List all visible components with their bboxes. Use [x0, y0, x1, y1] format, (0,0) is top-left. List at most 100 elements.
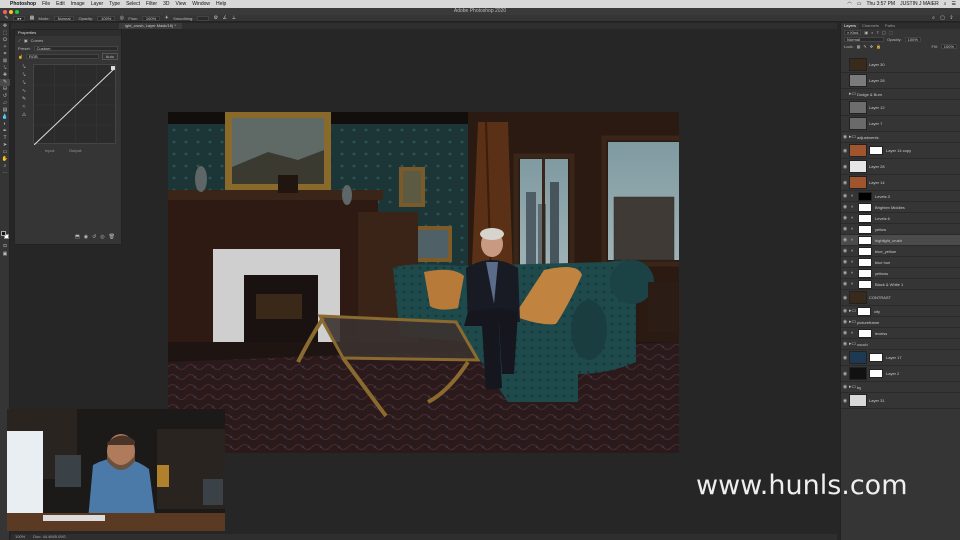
- layer-thumbnail[interactable]: [849, 394, 867, 407]
- visibility-eye-icon[interactable]: ◉: [841, 134, 849, 140]
- layer-mask-thumbnail[interactable]: [869, 369, 883, 378]
- layer-opacity-input[interactable]: 100%: [904, 37, 921, 42]
- menu-edit[interactable]: Edit: [56, 1, 65, 7]
- folder-icon[interactable]: ▸▭: [849, 91, 856, 97]
- zoom-level[interactable]: 100%: [15, 534, 25, 540]
- flow-input[interactable]: 100%: [141, 15, 161, 21]
- layer-row[interactable]: ◉ Layer 14: [841, 175, 960, 191]
- menu-image[interactable]: Image: [71, 1, 85, 7]
- adjustment-layer-icon[interactable]: ◐: [849, 215, 856, 221]
- layer-row[interactable]: ◉ ▸▭ city: [841, 306, 960, 317]
- layer-row[interactable]: ◉ ◐ yellows: [841, 268, 960, 279]
- clock[interactable]: Thu 3:57 PM: [866, 1, 895, 7]
- layer-kind-filter[interactable]: ⌕ Kind: [844, 30, 862, 35]
- menu-3d[interactable]: 3D: [163, 1, 169, 7]
- screen-mode-icon[interactable]: ▣: [0, 251, 10, 258]
- layer-mask-thumbnail[interactable]: [858, 191, 872, 201]
- control-icon[interactable]: ☰: [952, 1, 956, 7]
- wifi-icon[interactable]: ◠: [847, 1, 851, 7]
- smoothing-input[interactable]: [197, 15, 210, 21]
- mask-icon[interactable]: ▣: [24, 38, 28, 43]
- lock-all-icon[interactable]: 🔒: [876, 44, 881, 49]
- clip-to-layer-icon[interactable]: ⬒: [75, 234, 80, 240]
- gear-icon[interactable]: ⚙: [213, 15, 218, 21]
- pressure-opacity-icon[interactable]: ◎: [119, 15, 124, 21]
- filter-shape-icon[interactable]: ▢: [882, 30, 886, 35]
- type-tool-icon[interactable]: T: [0, 135, 10, 142]
- layer-row[interactable]: ◉ ◐ Levels 6: [841, 213, 960, 224]
- layer-row[interactable]: ◉ ◐ yellow: [841, 224, 960, 235]
- menu-file[interactable]: File: [42, 1, 50, 7]
- layer-mask-thumbnail[interactable]: [858, 235, 872, 245]
- layer-row[interactable]: ◉ Layer 17: [841, 350, 960, 366]
- lock-position-icon[interactable]: ✥: [870, 44, 873, 49]
- visibility-eye-icon[interactable]: ◉: [841, 281, 849, 287]
- layer-row[interactable]: ◉ CONTRAST: [841, 290, 960, 306]
- adjustment-layer-icon[interactable]: ◐: [849, 237, 856, 243]
- draw-curve-icon[interactable]: ✎: [18, 96, 30, 104]
- curves-graph[interactable]: [33, 64, 117, 146]
- layer-row[interactable]: ◉ ◐ blue_yellow: [841, 246, 960, 257]
- dodge-tool-icon[interactable]: ◐: [0, 121, 10, 128]
- edit-toolbar-icon[interactable]: ⋯: [0, 170, 10, 177]
- layer-thumbnail[interactable]: [849, 58, 867, 71]
- clone-stamp-tool-icon[interactable]: ⛁: [0, 86, 10, 93]
- layer-row[interactable]: ◉ Layer 14 copy: [841, 143, 960, 159]
- layer-row[interactable]: Layer 30: [841, 57, 960, 73]
- eyedropper-tool-icon[interactable]: ⤥: [0, 65, 10, 72]
- brush-tool-icon[interactable]: ✎: [0, 79, 10, 86]
- layer-mask-thumbnail[interactable]: [869, 353, 883, 362]
- opacity-input[interactable]: 100%: [97, 15, 116, 21]
- menu-view[interactable]: View: [176, 1, 187, 7]
- layer-mask-thumbnail[interactable]: [857, 306, 871, 316]
- adjustment-layer-icon[interactable]: ◐: [849, 226, 856, 232]
- menu-filter[interactable]: Filter: [146, 1, 157, 7]
- layer-row[interactable]: Layer 12: [841, 100, 960, 116]
- shape-tool-icon[interactable]: ▭: [0, 149, 10, 156]
- layer-thumbnail[interactable]: [849, 144, 867, 157]
- view-previous-icon[interactable]: ◉: [84, 234, 88, 240]
- hand-tool-icon[interactable]: ✋: [0, 156, 10, 163]
- layer-thumbnail[interactable]: [849, 291, 867, 304]
- sample-white-eyedropper-icon[interactable]: ⤥: [18, 80, 30, 88]
- mode-select[interactable]: Normal: [53, 15, 75, 21]
- visibility-eye-icon[interactable]: ◉: [841, 164, 849, 170]
- document-canvas-image[interactable]: [168, 112, 679, 453]
- layer-row[interactable]: ▸▭ Dodge & Burn: [841, 89, 960, 100]
- zoom-tool-icon[interactable]: ⌕: [0, 163, 10, 170]
- layer-mask-thumbnail[interactable]: [858, 328, 872, 338]
- marquee-tool-icon[interactable]: ⬚: [0, 30, 10, 37]
- path-select-tool-icon[interactable]: ➤: [0, 142, 10, 149]
- blend-mode-select[interactable]: Normal: [844, 37, 884, 42]
- layer-row[interactable]: ◉ ▸▭ couch: [841, 339, 960, 350]
- brush-settings-icon[interactable]: ▦: [29, 15, 35, 21]
- lasso-tool-icon[interactable]: ⵔ: [0, 37, 10, 44]
- layer-thumbnail[interactable]: [849, 367, 867, 380]
- filter-type-icon[interactable]: T: [877, 30, 879, 35]
- brush-preset-picker[interactable]: ●▾: [13, 15, 26, 21]
- blur-tool-icon[interactable]: 💧: [0, 114, 10, 121]
- adjustment-layer-icon[interactable]: ◐: [849, 330, 856, 336]
- menu-layer[interactable]: Layer: [91, 1, 104, 7]
- brush-tool-icon[interactable]: ✎: [4, 15, 9, 21]
- folder-icon[interactable]: ▸▭: [849, 341, 856, 347]
- visibility-eye-icon[interactable]: ◉: [841, 319, 849, 325]
- visibility-eye-icon[interactable]: ◉: [841, 226, 849, 232]
- history-brush-tool-icon[interactable]: ↺: [0, 93, 10, 100]
- smooth-curve-icon[interactable]: ≈: [18, 104, 30, 112]
- minimize-window-button[interactable]: [9, 9, 13, 14]
- layer-thumbnail[interactable]: [849, 176, 867, 189]
- visibility-icon[interactable]: ◎: [100, 234, 104, 240]
- visibility-eye-icon[interactable]: ◉: [841, 180, 849, 186]
- target-adjust-icon[interactable]: ☝: [18, 54, 23, 59]
- adjustment-layer-icon[interactable]: ◐: [849, 281, 856, 287]
- visibility-eye-icon[interactable]: ◉: [841, 148, 849, 154]
- layer-mask-thumbnail[interactable]: [858, 213, 872, 223]
- visibility-eye-icon[interactable]: ◉: [841, 259, 849, 265]
- layer-thumbnail[interactable]: [849, 117, 867, 130]
- folder-icon[interactable]: ▸▭: [849, 308, 856, 314]
- move-tool-icon[interactable]: ✥: [0, 23, 10, 30]
- layer-mask-thumbnail[interactable]: [858, 257, 872, 267]
- layer-mask-thumbnail[interactable]: [858, 268, 872, 278]
- visibility-eye-icon[interactable]: ◉: [841, 295, 849, 301]
